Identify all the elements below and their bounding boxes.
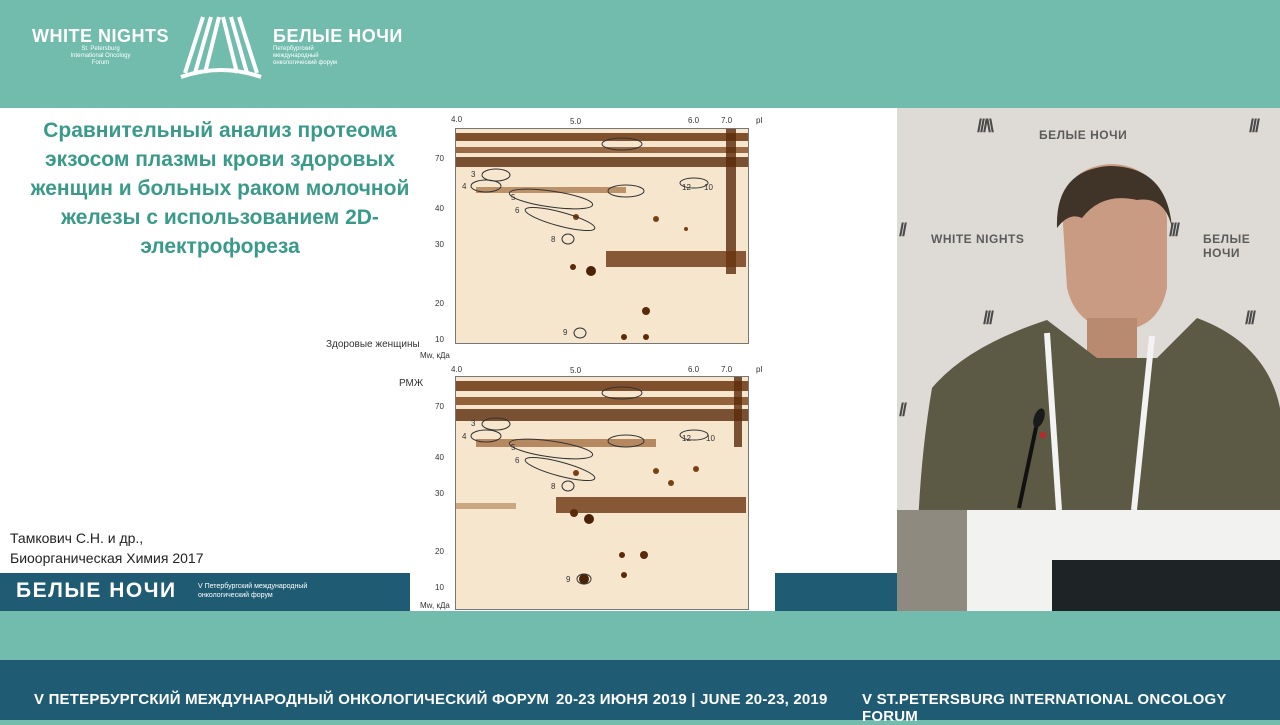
forum-logo: WHITE NIGHTS St. Petersburg Internationa… — [32, 10, 403, 82]
gel-bc-svg — [456, 377, 748, 609]
gel2-mw-tick: 30 — [435, 489, 444, 498]
gel2-mw-tick: 40 — [435, 453, 444, 462]
gel1-spot-label: 3 — [471, 170, 476, 179]
logo-en-title: WHITE NIGHTS — [32, 25, 169, 46]
gel1-spot-label: 4 — [462, 182, 467, 191]
slide-footer-subtitle: V Петербургский международный онкологиче… — [198, 583, 308, 599]
forum-name-ru: V ПЕТЕРБУРГСКИЙ МЕЖДУНАРОДНЫЙ ОНКОЛОГИЧЕ… — [34, 691, 550, 708]
slide-title: Сравнительный анализ протеома экзосом пл… — [30, 119, 410, 258]
gel2-mw-tick: 70 — [435, 402, 444, 411]
gel1-spot-label: 9 — [563, 328, 568, 337]
gel2-ph-tick: 4.0 — [451, 365, 463, 374]
gel1-ph-tick: 4.0 — [451, 115, 463, 124]
gel2-ph-unit: pI — [756, 365, 763, 374]
logo-ru-block: БЕЛЫЕ НОЧИ Петербургский международный о… — [273, 26, 403, 67]
slide-footer-banner: БЕЛЫЕ НОЧИ V Петербургский международный… — [0, 573, 410, 611]
mid-teal-band — [0, 611, 1280, 660]
gel1-ph-tick: 5.0 — [570, 117, 582, 126]
gel2-ph-tick: 7.0 — [721, 365, 733, 374]
gel1-mw-tick: 30 — [435, 240, 444, 249]
gel1-mw-tick: 70 — [435, 154, 444, 163]
gel-image-breast-cancer: 3 4 5 6 8 9 10 12 — [455, 376, 749, 610]
gel1-group-label: Здоровые женщины — [326, 339, 420, 350]
gel-healthy-svg — [456, 129, 748, 343]
logo-en-block: WHITE NIGHTS St. Petersburg Internationa… — [32, 26, 169, 67]
white-nights-emblem-icon — [180, 16, 262, 79]
gel-image-healthy: 3 4 5 6 8 9 10 12 — [455, 128, 749, 344]
gel1-spot-label: 10 — [704, 183, 713, 192]
gel2-spot-label: 12 — [682, 434, 691, 443]
gel1-ph-tick: 6.0 — [688, 116, 700, 125]
citation-journal: Биоорганическая Химия 2017 — [10, 550, 204, 566]
gel1-ph-unit: pI — [756, 116, 763, 125]
gel1-ph-tick: 7.0 — [721, 116, 733, 125]
gel2-ph-tick: 5.0 — [570, 366, 582, 375]
logo-ru-subtitle: Петербургский международный онкологическ… — [273, 45, 338, 66]
gel2-spot-label: 3 — [471, 419, 476, 428]
gel2-spot-label: 6 — [515, 456, 520, 465]
gel1-spot-label: 6 — [515, 206, 520, 215]
gel1-spot-label: 5 — [511, 193, 516, 202]
gel2-spot-label: 10 — [706, 434, 715, 443]
gel2-spot-label: 8 — [551, 482, 556, 491]
gel2-mw-unit: Mw, кДа — [420, 601, 450, 610]
logo-ru-title: БЕЛЫЕ НОЧИ — [273, 25, 403, 46]
slide-footer-right-band — [775, 573, 897, 611]
slide-footer-name: БЕЛЫЕ НОЧИ — [16, 579, 177, 602]
citation-authors: Тамкович С.Н. и др., — [10, 530, 144, 546]
bottom-info-bar: V ПЕТЕРБУРГСКИЙ МЕЖДУНАРОДНЫЙ ОНКОЛОГИЧЕ… — [0, 660, 1280, 725]
logo-en-subtitle: St. Petersburg International Oncology Fo… — [70, 45, 131, 66]
gel2-mw-tick: 20 — [435, 547, 444, 556]
gel2-spot-label: 5 — [511, 443, 516, 452]
gel2-group-label: РМЖ — [399, 378, 424, 389]
forum-dates: 20-23 ИЮНЯ 2019 | JUNE 20-23, 2019 — [556, 691, 828, 708]
gel2-spot-label: 9 — [566, 575, 571, 584]
gel1-spot-label: 12 — [682, 183, 691, 192]
gel2-spot-label: 4 — [462, 432, 467, 441]
gel2-ph-tick: 6.0 — [688, 365, 700, 374]
gel1-mw-tick: 20 — [435, 299, 444, 308]
gel1-mw-tick: 10 — [435, 335, 444, 344]
top-banner: WHITE NIGHTS St. Petersburg Internationa… — [0, 0, 1280, 108]
gel1-mw-unit: Mw, кДа — [420, 351, 450, 360]
presentation-slide: Сравнительный анализ протеома экзосом пл… — [0, 108, 897, 611]
speaker-video: ///\\ БЕЛЫЕ НОЧИ /// // WHITE NIGHTS ///… — [897, 108, 1280, 611]
gel1-mw-tick: 40 — [435, 204, 444, 213]
gel1-spot-label: 8 — [551, 235, 556, 244]
slide-citation: Тамкович С.Н. и др., Биоорганическая Хим… — [10, 528, 204, 568]
speaker-figure — [897, 164, 1280, 611]
gel2-mw-tick: 10 — [435, 583, 444, 592]
